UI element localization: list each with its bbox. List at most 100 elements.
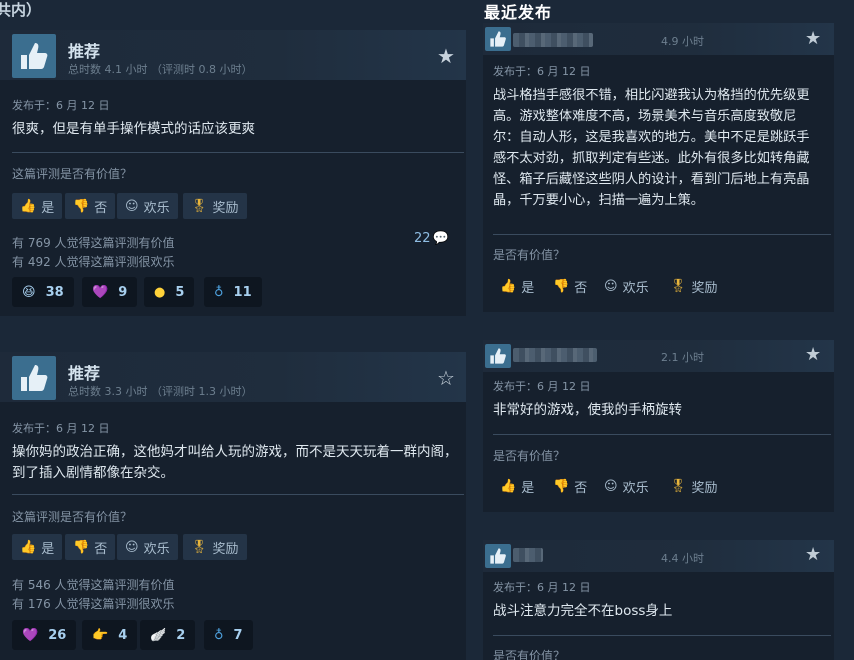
award-button[interactable]: 🎖 奖励 (183, 534, 247, 560)
vote-funny-button[interactable]: ☺ 欢乐 (604, 273, 649, 299)
thumbs-up-icon (485, 544, 511, 568)
recommended-thumb-icon (12, 34, 56, 78)
award-label: 奖励 (691, 480, 718, 496)
posted-date: 发布于：6 月 12 日 (12, 422, 110, 435)
award-ribbon-icon: 🎖 (670, 478, 687, 494)
thumbs-up-icon: 👍 (500, 478, 517, 494)
smiley-icon: ☺ (604, 278, 618, 294)
posted-date: 发布于：6 月 12 日 (493, 581, 591, 594)
award-badge[interactable]: 💜 9 (82, 277, 138, 307)
helpful-question: 是否有价值？ (493, 649, 566, 660)
vote-yes-label: 是 (41, 541, 55, 557)
star-icon[interactable]: ★ (805, 545, 821, 565)
helpful-question: 是否有价值？ (493, 248, 566, 262)
recommendation-label: 推荐 (68, 364, 101, 383)
helpful-question: 这篇评测是否有价值？ (12, 510, 133, 524)
award-label: 奖励 (212, 541, 239, 557)
vote-no-label: 否 (94, 200, 108, 216)
helpful-question: 这篇评测是否有价值？ (12, 167, 133, 181)
helpful-question: 是否有价值？ (493, 449, 566, 463)
vote-yes-button[interactable]: 👍 是 (12, 534, 63, 560)
vote-funny-label: 欢乐 (622, 480, 649, 496)
blurred-username (513, 548, 543, 562)
divider (12, 494, 464, 495)
thumbs-down-icon: 👎 (553, 478, 570, 494)
award-badge[interactable]: ♁ 11 (204, 277, 262, 307)
award-button[interactable]: 🎖 奖励 (670, 473, 718, 499)
vote-no-button[interactable]: 👎 否 (553, 473, 587, 499)
funny-count: 有 176 人觉得这篇评测很欢乐 (12, 597, 175, 611)
comment-count-link[interactable]: 22 💬 (414, 231, 449, 246)
vote-yes-label: 是 (521, 480, 535, 496)
smiley-icon: ☺ (125, 198, 139, 214)
award-ribbon-icon: 🎖 (191, 539, 208, 555)
review-card: 推荐 总时数 3.3 小时 （评测时 1.3 小时） ☆ 发布于：6 月 12 … (0, 352, 466, 660)
award-badge[interactable]: 🪽 2 (140, 620, 196, 650)
review-body: 很爽，但是有单手操作模式的话应该更爽 (12, 121, 255, 137)
star-icon[interactable]: ★ (805, 345, 821, 365)
award-button[interactable]: 🎖 奖励 (670, 273, 718, 299)
helpful-count: 有 546 人觉得这篇评测有价值 (12, 578, 175, 592)
award-count: 11 (233, 284, 252, 300)
vote-funny-label: 欢乐 (622, 280, 649, 296)
award-ribbon-icon: 🎖 (191, 198, 208, 214)
vote-funny-label: 欢乐 (143, 200, 170, 216)
vote-no-button[interactable]: 👎 否 (65, 534, 116, 560)
vote-yes-button[interactable]: 👍 是 (500, 273, 534, 299)
award-button[interactable]: 🎖 奖励 (183, 193, 247, 219)
award-count: 26 (48, 627, 67, 643)
heart-hands-icon: 💜 (22, 627, 39, 643)
posted-date: 发布于：6 月 12 日 (493, 380, 591, 393)
vote-yes-label: 是 (41, 200, 55, 216)
heart-hands-icon: 💜 (92, 284, 109, 300)
ribbon-icon: ♁ (214, 627, 224, 643)
playtime-text: 2.1 小时 (661, 351, 704, 364)
sunny-icon: ● (154, 284, 166, 300)
funny-count: 有 492 人觉得这篇评测很欢乐 (12, 255, 175, 269)
recommended-thumb-icon (12, 356, 56, 400)
thumbs-up-icon: 👍 (20, 198, 37, 214)
recommendation-label: 推荐 (68, 42, 101, 61)
divider (493, 234, 831, 235)
star-icon[interactable]: ★ (437, 46, 455, 66)
thumbs-up-icon (485, 27, 511, 51)
thumbs-down-icon: 👎 (73, 539, 90, 555)
award-badge[interactable]: 😆 38 (12, 277, 74, 307)
award-label: 奖励 (212, 200, 239, 216)
award-badge[interactable]: ♁ 7 (204, 620, 253, 650)
vote-funny-label: 欢乐 (143, 541, 170, 557)
laughing-face-icon: 😆 (22, 284, 36, 300)
thumbs-down-icon: 👎 (553, 278, 570, 294)
recent-review-card: 2.1 小时 ★ 发布于：6 月 12 日 非常好的游戏，使我的手柄旋转 是否有… (483, 340, 834, 512)
winged-icon: 🪽 (150, 627, 167, 643)
award-label: 奖励 (691, 280, 718, 296)
thumbs-down-icon: 👎 (73, 198, 90, 214)
award-count: 9 (118, 284, 128, 300)
award-badge[interactable]: 👉 4 (82, 620, 138, 650)
helpful-count: 有 769 人觉得这篇评测有价值 (12, 236, 175, 250)
vote-no-label: 否 (94, 541, 108, 557)
playtime-text: 4.4 小时 (661, 552, 704, 565)
review-card: 推荐 总时数 4.1 小时 （评测时 0.8 小时） ★ 发布于：6 月 12 … (0, 30, 466, 316)
smiley-icon: ☺ (604, 478, 618, 494)
award-badge[interactable]: ● 5 (144, 277, 195, 307)
award-badge[interactable]: 💜 26 (12, 620, 77, 650)
award-count: 2 (176, 627, 186, 643)
vote-no-button[interactable]: 👎 否 (65, 193, 116, 219)
speech-bubble-icon: 💬 (432, 231, 449, 246)
ribbon-icon: ♁ (214, 284, 224, 300)
smiley-icon: ☺ (125, 539, 139, 555)
divider (493, 635, 831, 636)
vote-no-button[interactable]: 👎 否 (553, 273, 587, 299)
award-count: 7 (233, 627, 243, 643)
vote-yes-button[interactable]: 👍 是 (500, 473, 534, 499)
playtime-text: 总时数 3.3 小时 （评测时 1.3 小时） (68, 385, 253, 398)
vote-funny-button[interactable]: ☺ 欢乐 (604, 473, 649, 499)
star-outline-icon[interactable]: ☆ (437, 368, 455, 388)
vote-funny-button[interactable]: ☺ 欢乐 (117, 534, 178, 560)
vote-yes-button[interactable]: 👍 是 (12, 193, 63, 219)
vote-no-label: 否 (574, 280, 588, 296)
thumbs-up-icon: 👍 (20, 539, 37, 555)
star-icon[interactable]: ★ (805, 29, 821, 49)
vote-funny-button[interactable]: ☺ 欢乐 (117, 193, 178, 219)
